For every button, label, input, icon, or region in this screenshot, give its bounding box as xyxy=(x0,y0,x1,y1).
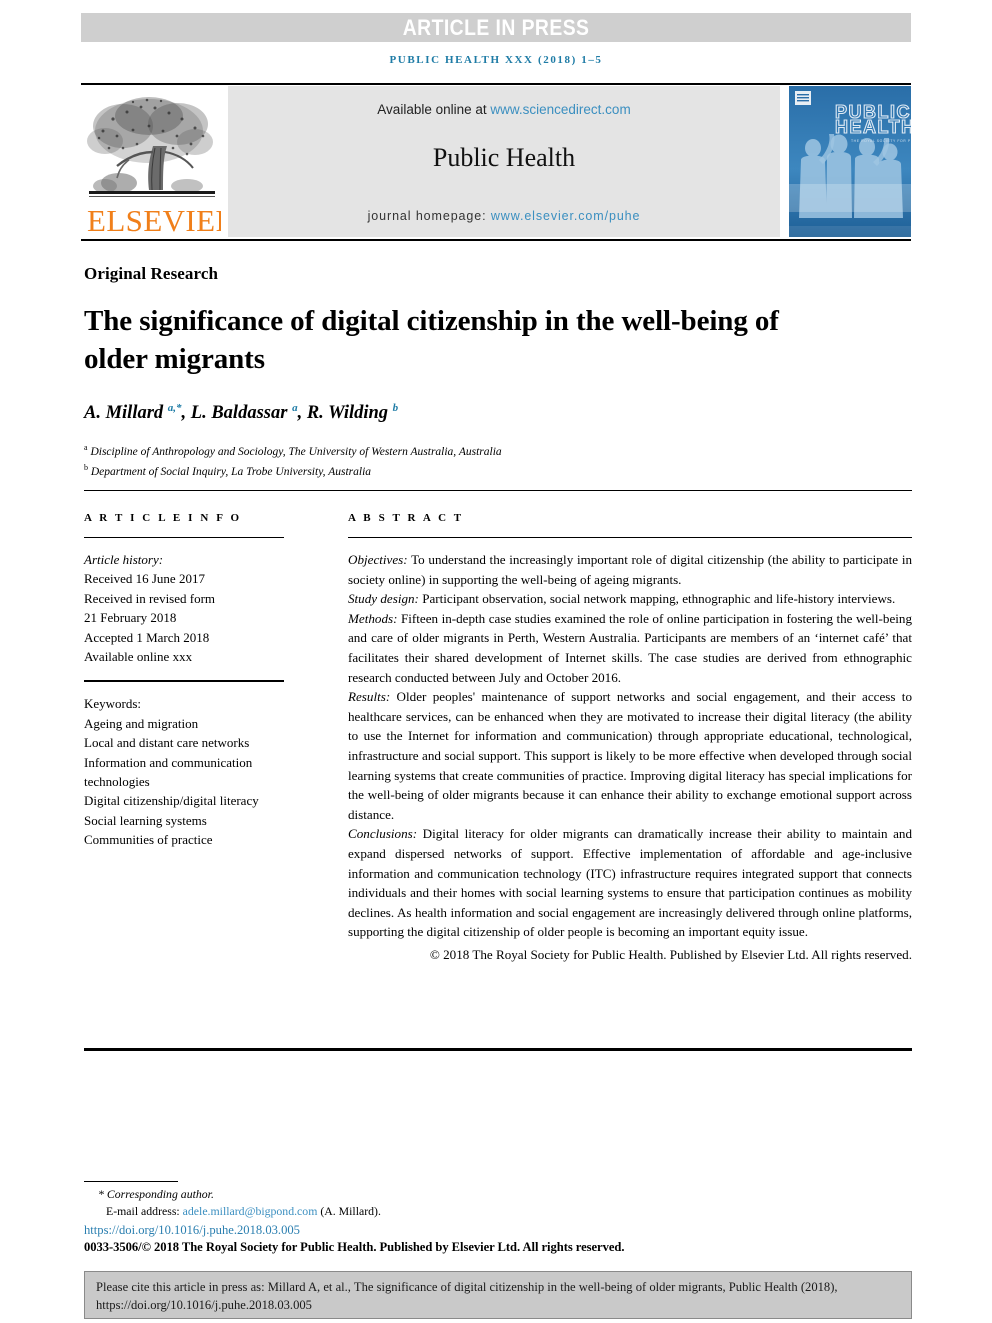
keyword-item: Digital citizenship/digital literacy xyxy=(84,793,259,809)
elsevier-logo: ELSEVIER xyxy=(83,86,221,238)
history-item: Received 16 June 2017 xyxy=(84,571,205,587)
journal-title: Public Health xyxy=(432,143,576,172)
keywords-label: Keywords: xyxy=(84,696,142,712)
running-head: PUBLIC HEALTH XXX (2018) 1–5 xyxy=(389,54,603,66)
journal-homepage-link[interactable]: www.elsevier.com/puhe xyxy=(491,209,641,223)
header-top-rule xyxy=(81,83,911,85)
affiliations: a Discipline of Anthropology and Sociolo… xyxy=(84,440,844,480)
history-item: Received in revised form xyxy=(84,590,216,606)
journal-homepage-prefix: journal homepage: xyxy=(367,209,491,223)
keywords-divider-rule xyxy=(84,680,284,683)
affil-marker-b: b xyxy=(84,462,88,472)
author-affil-marker: a,* xyxy=(167,402,182,414)
article-info-column: A R T I C L E I N F O Article history: R… xyxy=(84,512,284,850)
affiliation-a-text: Discipline of Anthropology and Sociology… xyxy=(90,445,502,458)
corresponding-author-note: * Corresponding author. xyxy=(98,1187,214,1201)
article-in-press-banner: ARTICLE IN PRESS xyxy=(81,13,911,42)
author-list: A. Millard a,*, L. Baldassar a, R. Wildi… xyxy=(84,402,399,424)
affiliation-b-text: Department of Social Inquiry, La Trobe U… xyxy=(90,465,372,478)
journal-header-panel: Available online at www.sciencedirect.co… xyxy=(228,86,780,237)
abstract-section-text: To understand the increasingly important… xyxy=(348,552,912,587)
abstract-section-label: Methods: xyxy=(348,610,398,626)
history-item: Accepted 1 March 2018 xyxy=(84,629,210,645)
history-item: Available online xxx xyxy=(84,649,193,665)
sciencedirect-link[interactable]: www.sciencedirect.com xyxy=(490,102,630,117)
abstract-section: Methods: Fifteen in-depth case studies e… xyxy=(348,609,912,687)
article-in-press-label: ARTICLE IN PRESS xyxy=(402,14,590,40)
affiliation-a: a Discipline of Anthropology and Sociolo… xyxy=(84,440,844,460)
cite-this-article-box: Please cite this article in press as: Mi… xyxy=(84,1271,912,1319)
header-bottom-rule xyxy=(81,239,911,241)
article-title: The significance of digital citizenship … xyxy=(84,305,779,375)
email-suffix: (A. Millard). xyxy=(317,1203,381,1218)
svg-text:THE ROYAL SOCIETY FOR PUBLIC H: THE ROYAL SOCIETY FOR PUBLIC HEALTH xyxy=(851,139,911,143)
svg-text:ELSEVIER: ELSEVIER xyxy=(87,203,221,238)
abstract-section-label: Objectives: xyxy=(348,552,408,567)
abstract-section: Objectives: To understand the increasing… xyxy=(348,550,912,589)
doi-link[interactable]: https://doi.org/10.1016/j.puhe.2018.03.0… xyxy=(84,1223,300,1238)
article-history: Article history: Received 16 June 2017 R… xyxy=(84,550,284,666)
abstract-rule xyxy=(348,537,912,538)
author-affil-marker: b xyxy=(392,402,399,414)
affiliation-b: b Department of Social Inquiry, La Trobe… xyxy=(84,460,844,480)
issn-copyright-line: 0033-3506/© 2018 The Royal Society for P… xyxy=(84,1240,625,1254)
footnote-block: * Corresponding author. E-mail address: … xyxy=(84,1186,784,1219)
abstract-copyright: © 2018 The Royal Society for Public Heal… xyxy=(429,946,912,962)
abstract-body: Objectives: To understand the increasing… xyxy=(348,550,912,964)
abstract-section-label: Study design: xyxy=(348,591,419,607)
abstract-section-text: Fifteen in-depth case studies examined t… xyxy=(348,610,912,685)
abstract-column: A B S T R A C T Objectives: To understan… xyxy=(348,512,912,964)
article-page: ARTICLE IN PRESS PUBLIC HEALTH XXX (2018… xyxy=(0,0,992,1323)
abstract-section-text: Participant observation, social network … xyxy=(418,591,896,607)
keyword-item: Information and communication xyxy=(84,754,253,770)
footnote-rule xyxy=(84,1181,178,1182)
abstract-section-text: Older peoples' maintenance of support ne… xyxy=(348,689,912,822)
affil-marker-a: a xyxy=(84,443,88,452)
abstract-section-text: Digital literacy for older migrants can … xyxy=(348,826,912,940)
keyword-item: Communities of practice xyxy=(84,832,213,848)
keyword-item: Social learning systems xyxy=(84,812,207,828)
article-info-rule xyxy=(84,537,284,538)
author-affil-marker: a xyxy=(292,402,298,414)
abstract-section: Results: Older peoples' maintenance of s… xyxy=(348,687,912,824)
keyword-item: Local and distant care networks xyxy=(84,735,250,751)
keyword-item: Ageing and migration xyxy=(84,715,199,731)
section-divider-rule xyxy=(84,490,912,491)
abstract-section: Study design: Participant observation, s… xyxy=(348,589,912,609)
email-label: E-mail address: xyxy=(106,1203,183,1218)
abstract-bottom-rule xyxy=(84,1048,912,1051)
email-link[interactable]: adele.millard@bigpond.com xyxy=(183,1204,318,1218)
journal-cover-thumbnail: PUBLIC HEALTH THE ROYAL SOCIETY FOR PUBL… xyxy=(789,86,911,237)
abstract-heading: A B S T R A C T xyxy=(348,512,464,524)
article-history-label: Article history: xyxy=(84,552,164,567)
svg-text:HEALTH: HEALTH xyxy=(835,117,911,137)
article-info-heading: A R T I C L E I N F O xyxy=(84,512,242,524)
email-line: E-mail address: adele.millard@bigpond.co… xyxy=(84,1203,784,1220)
article-type: Original Research xyxy=(84,264,219,283)
available-online-prefix: Available online at xyxy=(377,102,491,117)
abstract-section-label: Results: xyxy=(348,689,391,705)
keyword-item: technologies xyxy=(84,774,150,790)
journal-homepage-line: journal homepage: www.elsevier.com/puhe xyxy=(368,209,641,223)
history-item: 21 February 2018 xyxy=(84,610,177,626)
abstract-section-label: Conclusions: xyxy=(348,826,418,842)
available-online-line: Available online at www.sciencedirect.co… xyxy=(377,102,630,117)
keywords-list: Keywords: Ageing and migration Local and… xyxy=(84,694,284,849)
abstract-section: Conclusions: Digital literacy for older … xyxy=(348,824,912,942)
cite-this-article-text: Please cite this article in press as: Mi… xyxy=(96,1280,838,1312)
